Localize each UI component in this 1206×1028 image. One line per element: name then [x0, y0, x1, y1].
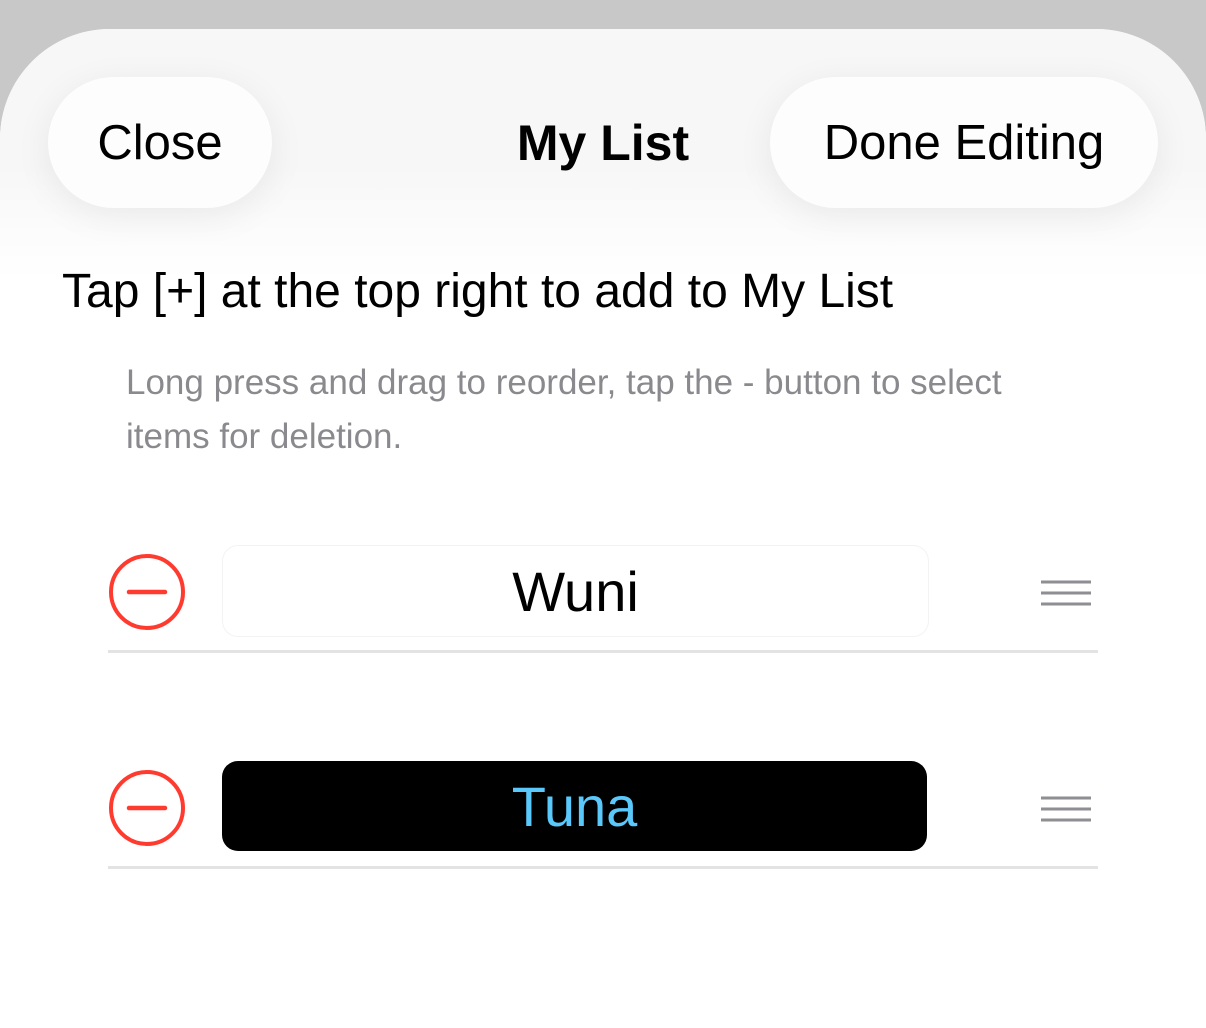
my-list-sheet: Close My List Done Editing Tap [+] at th… [0, 29, 1206, 1028]
drag-handle-icon[interactable] [1040, 580, 1092, 606]
close-button[interactable]: Close [48, 77, 272, 208]
sheet-title: My List [516, 114, 690, 171]
drag-handle-icon[interactable] [1040, 796, 1092, 822]
minus-circle-icon[interactable] [108, 553, 186, 631]
reorder-instructions: Long press and drag to reorder, tap the … [126, 363, 1002, 456]
done-editing-button[interactable]: Done Editing [770, 77, 1158, 208]
row-divider [108, 650, 1098, 653]
minus-circle-icon[interactable] [108, 769, 186, 847]
list-item[interactable]: Tuna [108, 759, 1098, 869]
list-item-label: Tuna [222, 761, 927, 851]
list-item-label: Wuni [222, 545, 929, 637]
add-hint-text: Tap [+] at the top right to add to My Li… [62, 265, 894, 318]
list-item[interactable]: Wuni [108, 543, 1098, 653]
row-divider [108, 866, 1098, 869]
